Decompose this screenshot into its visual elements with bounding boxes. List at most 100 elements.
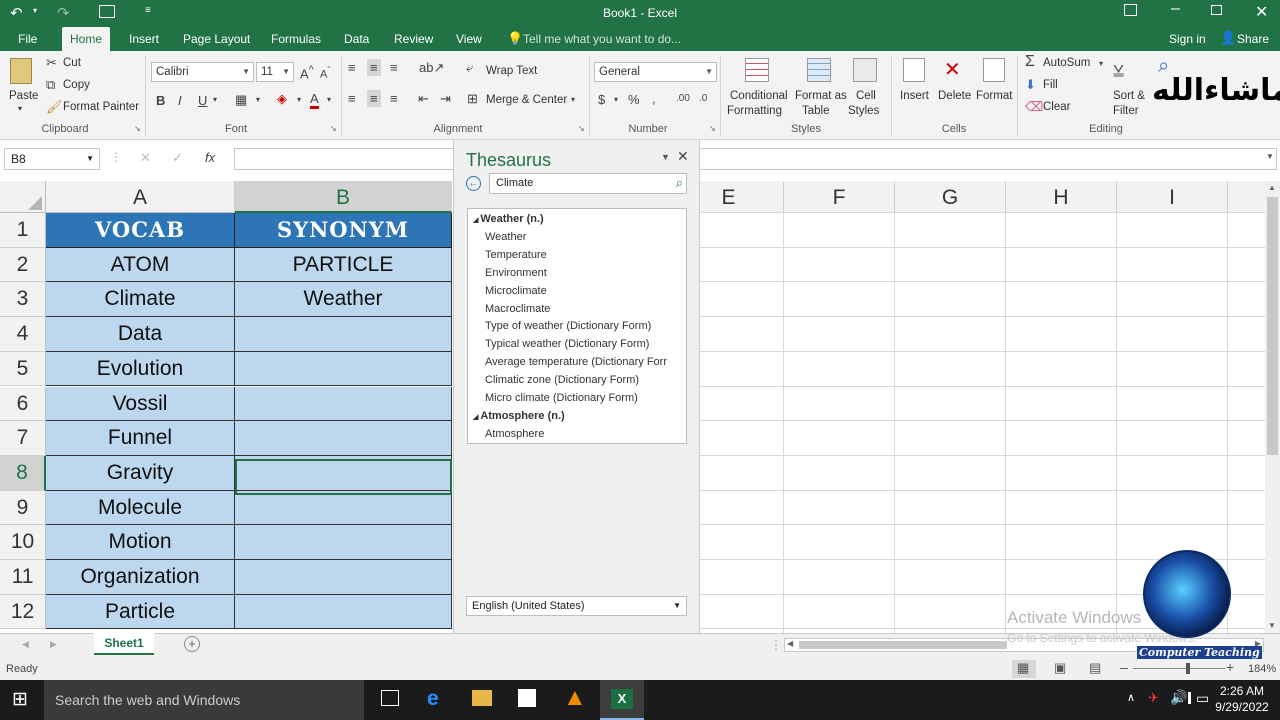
align-center-icon[interactable]: ≡ [367, 90, 381, 107]
format-cells-button[interactable]: Format [976, 90, 1012, 102]
row-header-9[interactable]: 9 [0, 490, 46, 526]
scroll-left-icon[interactable]: ◀ [787, 639, 793, 648]
taskbar-time[interactable]: 2:26 AM [1218, 684, 1266, 698]
synonym-cell[interactable]: PARTICLE [235, 247, 452, 283]
column-header-b[interactable]: B [235, 181, 452, 213]
restore-icon[interactable] [1211, 5, 1222, 15]
currency-dropdown-icon[interactable]: ▾ [614, 95, 618, 104]
task-view-icon[interactable] [381, 690, 399, 706]
font-name-combo[interactable]: Calibri ▼ [151, 62, 254, 82]
row-header-7[interactable]: 7 [0, 421, 46, 456]
column-header-g[interactable]: G [895, 181, 1006, 213]
zoom-slider-thumb[interactable] [1186, 663, 1190, 674]
windows-start-icon[interactable]: ⊞ [12, 688, 28, 711]
row-header-5[interactable]: 5 [0, 351, 46, 387]
bottom-align-icon[interactable]: ≡ [390, 60, 398, 75]
row-header-11[interactable]: 11 [0, 560, 46, 595]
new-sheet-icon[interactable]: + [184, 636, 200, 652]
number-format-combo[interactable]: General ▼ [594, 62, 717, 82]
fill-button[interactable]: Fill [1043, 79, 1058, 91]
increase-decimal-icon[interactable]: .00 [676, 93, 690, 104]
currency-icon[interactable]: $ [598, 92, 605, 107]
vertical-scrollbar[interactable]: ▲ ▼ [1265, 181, 1280, 633]
enter-icon[interactable]: ✓ [172, 150, 183, 166]
edge-icon[interactable]: e [427, 687, 439, 711]
vocab-cell[interactable]: Vossil [46, 386, 235, 422]
next-sheet-icon[interactable]: ▶ [50, 639, 57, 650]
borders-icon[interactable]: ▦ [235, 92, 247, 108]
column-header-partial[interactable] [1228, 181, 1265, 213]
vocab-cell[interactable]: Funnel [46, 421, 235, 456]
pane-close-icon[interactable]: ✕ [677, 148, 689, 165]
cut-button[interactable]: Cut [63, 57, 81, 69]
sheet-tab-sheet1[interactable]: Sheet1 [94, 633, 154, 655]
column-header-h[interactable]: H [1006, 181, 1117, 213]
vocab-cell[interactable]: Evolution [46, 351, 235, 387]
tab-view[interactable]: View [448, 27, 490, 51]
name-box[interactable]: B8 ▼ [4, 148, 100, 170]
row-header-6[interactable]: 6 [0, 386, 46, 422]
synonym-cell[interactable]: Weather [235, 282, 452, 318]
decrease-decimal-icon[interactable]: .0 [699, 93, 707, 104]
bold-icon[interactable]: B [156, 93, 165, 108]
row-header-2[interactable]: 2 [0, 247, 46, 283]
align-left-icon[interactable]: ≡ [348, 91, 356, 106]
font-color-icon[interactable]: A [310, 92, 319, 109]
scroll-down-icon[interactable]: ▼ [1268, 621, 1276, 630]
vocab-cell[interactable]: Data [46, 317, 235, 352]
cancel-icon[interactable]: ✕ [140, 150, 151, 166]
row-header-4[interactable]: 4 [0, 317, 46, 352]
ribbon-display-icon[interactable] [1124, 4, 1137, 16]
insert-cells-button[interactable]: Insert [900, 90, 929, 102]
tab-formulas[interactable]: Formulas [263, 27, 329, 51]
zoom-in-icon[interactable]: + [1226, 659, 1234, 675]
merge-center-button[interactable]: Merge & Center [486, 94, 567, 106]
vocab-cell[interactable]: Molecule [46, 490, 235, 526]
vlc-icon[interactable]: ▲ [563, 684, 587, 712]
sign-in-link[interactable]: Sign in [1169, 32, 1206, 46]
cell-styles-label2[interactable]: Styles [848, 105, 879, 117]
thesaurus-synonym-item[interactable]: Micro climate (Dictionary Form) [485, 392, 638, 404]
thesaurus-synonym-item[interactable]: Weather [485, 231, 526, 243]
autosum-button[interactable]: AutoSum [1043, 57, 1090, 69]
store-icon[interactable] [518, 689, 536, 707]
font-color-dropdown-icon[interactable]: ▾ [327, 95, 331, 104]
column-header-a[interactable]: A [46, 181, 235, 213]
tab-page-layout[interactable]: Page Layout [175, 27, 258, 51]
synonym-cell[interactable] [235, 351, 452, 387]
tab-file[interactable]: File [10, 27, 45, 51]
align-right-icon[interactable]: ≡ [390, 91, 398, 106]
tray-chevron-icon[interactable]: ∧ [1127, 691, 1135, 704]
thesaurus-synonym-item[interactable]: Macroclimate [485, 303, 550, 315]
sort-filter-label2[interactable]: Filter [1113, 105, 1139, 117]
middle-align-icon[interactable]: ≡ [367, 59, 381, 76]
synonym-cell[interactable] [235, 560, 452, 595]
shrink-font-icon[interactable]: Aˇ [320, 65, 330, 81]
close-icon[interactable]: ✕ [1255, 2, 1268, 22]
thesaurus-synonym-item[interactable]: Environment [485, 267, 547, 279]
pane-options-icon[interactable]: ▼ [661, 152, 670, 162]
copy-button[interactable]: Copy [63, 79, 90, 91]
font-launcher-icon[interactable]: ↘ [330, 124, 337, 133]
column-header-i[interactable]: I [1117, 181, 1228, 213]
thesaurus-search-input[interactable]: Climate ⌕ [489, 173, 687, 194]
thesaurus-synonym-item[interactable]: Average temperature (Dictionary Forr [485, 356, 667, 368]
synonym-cell[interactable] [235, 421, 452, 456]
clipboard-launcher-icon[interactable]: ↘ [134, 124, 141, 133]
thesaurus-synonym-item[interactable]: Atmosphere [485, 428, 544, 440]
select-all-button[interactable] [0, 181, 46, 213]
paste-button[interactable]: Paste [9, 90, 38, 102]
paste-icon[interactable] [10, 58, 32, 84]
underline-icon[interactable]: U [198, 93, 207, 108]
column-header-f[interactable]: F [784, 181, 895, 213]
thesaurus-synonym-item[interactable]: Typical weather (Dictionary Form) [485, 338, 649, 350]
insert-function-icon[interactable]: fx [205, 150, 215, 165]
scroll-up-icon[interactable]: ▲ [1268, 183, 1276, 192]
thesaurus-synonym-item[interactable]: Type of weather (Dictionary Form) [485, 320, 651, 332]
row-header-1[interactable]: 1 [0, 213, 46, 248]
tab-data[interactable]: Data [336, 27, 377, 51]
scroll-thumb[interactable] [1267, 197, 1278, 455]
format-as-table-label2[interactable]: Table [802, 105, 830, 117]
header-synonym[interactable]: SYNONYM [235, 213, 452, 248]
minimize-icon[interactable]: – [1171, 0, 1180, 18]
